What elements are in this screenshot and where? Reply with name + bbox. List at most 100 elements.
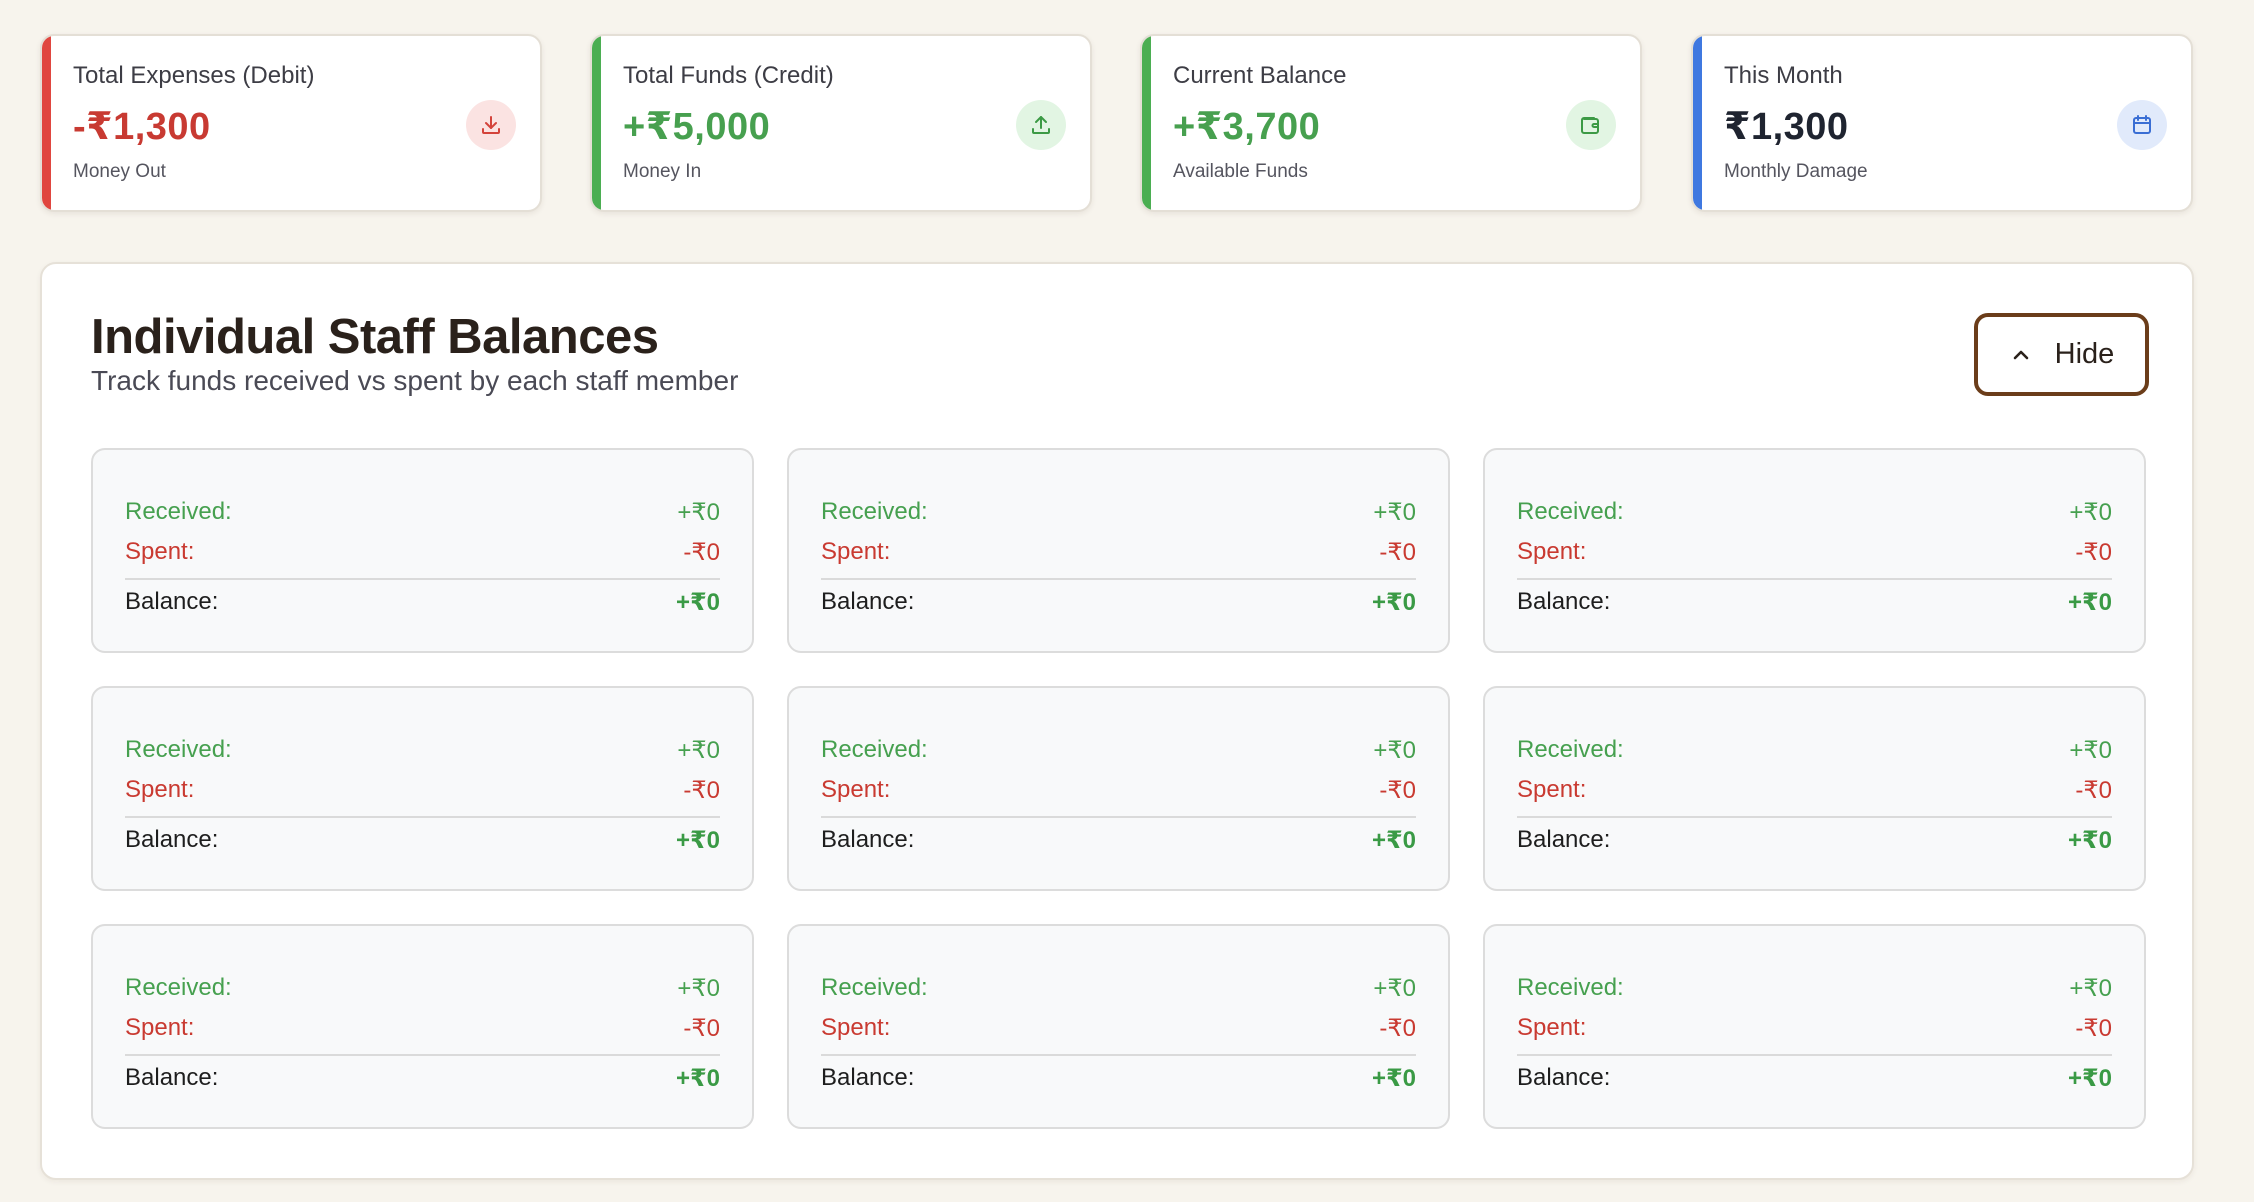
spent-amount: -₹0: [683, 1015, 720, 1042]
received-amount: +₹0: [677, 499, 720, 526]
spent-label: Spent:: [1517, 1014, 1587, 1041]
spent-amount: -₹0: [2075, 1015, 2112, 1042]
hide-button[interactable]: Hide: [1974, 313, 2149, 396]
divider: [821, 578, 1416, 580]
divider: [125, 1054, 720, 1056]
spent-label: Spent:: [1517, 538, 1587, 565]
balance-row: Balance: +₹0: [821, 826, 1416, 855]
received-amount: +₹0: [1373, 737, 1416, 764]
balance-label: Balance:: [125, 1064, 219, 1091]
balance-row: Balance: +₹0: [1517, 588, 2112, 617]
this-month-card: This Month ₹1,300 Monthly Damage: [1691, 34, 2193, 212]
balance-amount: +₹0: [2067, 1065, 2112, 1092]
spent-row: Spent: -₹0: [1517, 538, 2112, 567]
balance-row: Balance: +₹0: [1517, 1064, 2112, 1093]
stat-value: +₹3,700: [1173, 106, 1321, 148]
spent-amount: -₹0: [1379, 539, 1416, 566]
staff-card-grid: Received: +₹0 Spent: -₹0 Balance: +₹0 Received…: [91, 448, 2146, 1164]
spent-label: Spent:: [125, 776, 195, 803]
received-label: Received:: [1517, 736, 1624, 763]
accent-bar: [42, 36, 51, 210]
stat-label: Current Balance: [1173, 62, 1347, 89]
spent-label: Spent:: [821, 538, 891, 565]
received-row: Received: +₹0: [125, 974, 720, 1003]
balance-row: Balance: +₹0: [125, 826, 720, 855]
spent-row: Spent: -₹0: [125, 1014, 720, 1043]
spent-label: Spent:: [821, 1014, 891, 1041]
panel-subtitle: Track funds received vs spent by each st…: [91, 365, 739, 396]
received-amount: +₹0: [1373, 975, 1416, 1002]
divider: [125, 578, 720, 580]
divider: [125, 816, 720, 818]
received-amount: +₹0: [677, 737, 720, 764]
received-row: Received: +₹0: [821, 498, 1416, 527]
received-row: Received: +₹0: [1517, 974, 2112, 1003]
balance-label: Balance:: [1517, 588, 1611, 615]
spent-row: Spent: -₹0: [821, 538, 1416, 567]
hide-button-label: Hide: [2054, 338, 2115, 370]
divider: [821, 816, 1416, 818]
spent-amount: -₹0: [1379, 777, 1416, 804]
current-balance-card: Current Balance +₹3,700 Available Funds: [1140, 34, 1642, 212]
spent-amount: -₹0: [2075, 539, 2112, 566]
received-row: Received: +₹0: [125, 736, 720, 765]
total-funds-card: Total Funds (Credit) +₹5,000 Money In: [590, 34, 1092, 212]
spent-row: Spent: -₹0: [821, 776, 1416, 805]
divider: [1517, 1054, 2112, 1056]
received-label: Received:: [1517, 498, 1624, 525]
balance-label: Balance:: [821, 588, 915, 615]
divider: [821, 1054, 1416, 1056]
staff-balance-card: Received: +₹0 Spent: -₹0 Balance: +₹0: [91, 448, 754, 653]
balance-amount: +₹0: [675, 827, 720, 854]
wallet-icon: [1566, 100, 1616, 150]
stat-caption: Monthly Damage: [1724, 161, 1868, 182]
spent-label: Spent:: [821, 776, 891, 803]
spent-amount: -₹0: [2075, 777, 2112, 804]
balance-row: Balance: +₹0: [125, 1064, 720, 1093]
download-icon: [466, 100, 516, 150]
spent-row: Spent: -₹0: [125, 776, 720, 805]
staff-balance-card: Received: +₹0 Spent: -₹0 Balance: +₹0: [91, 924, 754, 1129]
spent-row: Spent: -₹0: [1517, 776, 2112, 805]
balance-amount: +₹0: [1371, 589, 1416, 616]
stat-value: -₹1,300: [73, 106, 211, 148]
spent-row: Spent: -₹0: [1517, 1014, 2112, 1043]
staff-balance-card: Received: +₹0 Spent: -₹0 Balance: +₹0: [787, 924, 1450, 1129]
balance-label: Balance:: [1517, 1064, 1611, 1091]
stat-caption: Money Out: [73, 161, 166, 182]
balance-label: Balance:: [125, 826, 219, 853]
divider: [1517, 578, 2112, 580]
stat-value: +₹5,000: [623, 106, 771, 148]
stat-caption: Money In: [623, 161, 702, 182]
received-amount: +₹0: [677, 975, 720, 1002]
accent-bar: [1142, 36, 1151, 210]
spent-label: Spent:: [125, 1014, 195, 1041]
received-row: Received: +₹0: [821, 736, 1416, 765]
balance-row: Balance: +₹0: [821, 588, 1416, 617]
balance-label: Balance:: [125, 588, 219, 615]
staff-balance-card: Received: +₹0 Spent: -₹0 Balance: +₹0: [91, 686, 754, 891]
chevron-up-icon: [2013, 350, 2028, 359]
balance-amount: +₹0: [675, 589, 720, 616]
received-amount: +₹0: [2069, 975, 2112, 1002]
calendar-icon: [2117, 100, 2167, 150]
balance-label: Balance:: [821, 1064, 915, 1091]
balance-row: Balance: +₹0: [1517, 826, 2112, 855]
spent-amount: -₹0: [1379, 1015, 1416, 1042]
received-row: Received: +₹0: [1517, 736, 2112, 765]
stat-label: Total Expenses (Debit): [73, 62, 315, 89]
balance-amount: +₹0: [675, 1065, 720, 1092]
upload-icon: [1016, 100, 1066, 150]
received-row: Received: +₹0: [125, 498, 720, 527]
accent-bar: [592, 36, 601, 210]
divider: [1517, 816, 2112, 818]
spent-amount: -₹0: [683, 539, 720, 566]
spent-label: Spent:: [125, 538, 195, 565]
stat-label: Total Funds (Credit): [623, 62, 834, 89]
received-label: Received:: [125, 498, 232, 525]
received-amount: +₹0: [1373, 499, 1416, 526]
stat-label: This Month: [1724, 62, 1843, 89]
balance-row: Balance: +₹0: [125, 588, 720, 617]
balance-amount: +₹0: [1371, 1065, 1416, 1092]
balance-amount: +₹0: [1371, 827, 1416, 854]
